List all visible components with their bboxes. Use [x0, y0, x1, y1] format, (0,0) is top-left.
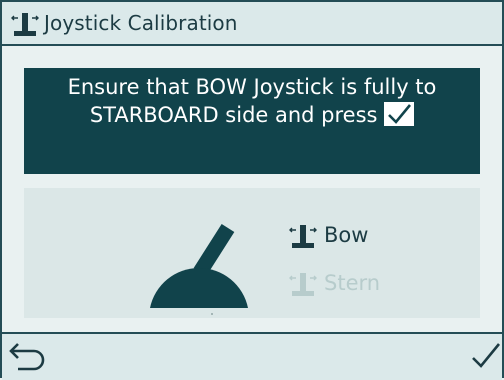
- instruction-panel: Ensure that BOW Joystick is fully to STA…: [24, 68, 480, 174]
- instruction-line-1: Ensure that BOW Joystick is fully to: [67, 75, 437, 99]
- joystick-icon: [289, 225, 317, 248]
- stern-label: Stern: [324, 271, 381, 295]
- back-arrow-icon[interactable]: [8, 340, 48, 374]
- bow-label: Bow: [324, 223, 369, 247]
- check-icon: [384, 102, 415, 126]
- footer-bar: [2, 332, 502, 380]
- joystick-graphic: [150, 223, 248, 315]
- bow-option[interactable]: Bow: [286, 218, 368, 252]
- calibration-screen: Joystick Calibration Ensure that BOW Joy…: [0, 0, 504, 380]
- joystick-illustration-panel: Bow Stern: [24, 188, 480, 318]
- joystick-icon: [11, 13, 39, 36]
- instruction-line-2: STARBOARD side and press: [24, 101, 480, 129]
- check-icon[interactable]: [470, 338, 502, 372]
- stern-option[interactable]: Stern: [286, 266, 380, 300]
- instruction-line-2-text: STARBOARD side and press: [89, 103, 378, 127]
- title-bar: Joystick Calibration: [2, 2, 502, 46]
- page-title: Joystick Calibration: [44, 11, 238, 35]
- joystick-icon: [289, 273, 317, 296]
